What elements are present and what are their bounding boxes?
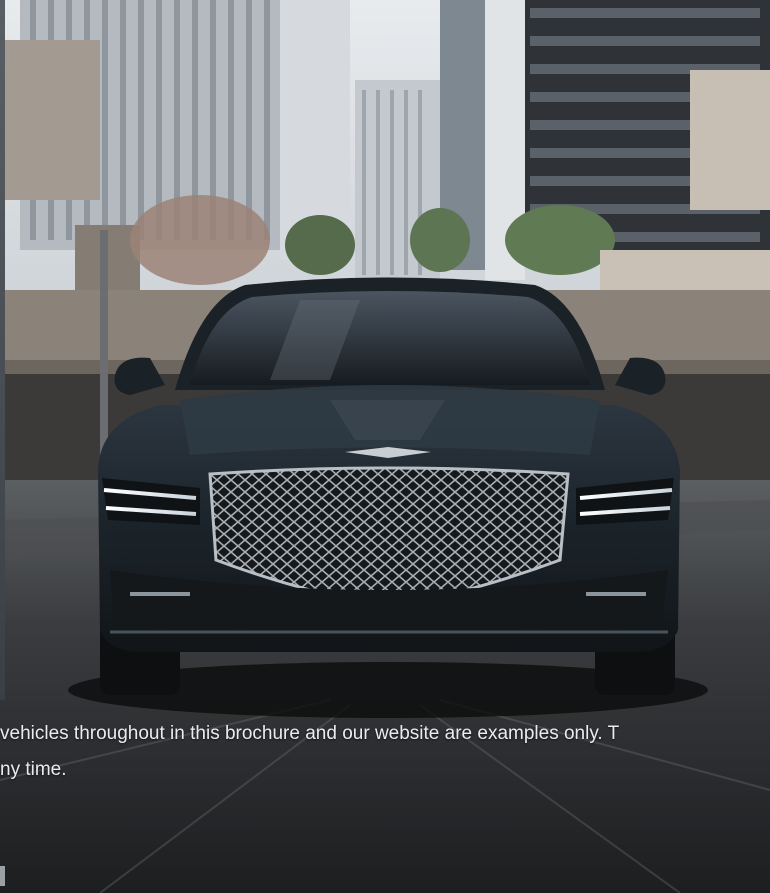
hero-section: vehicles throughout in this brochure and… [0, 0, 770, 893]
scroll-edge-marker [0, 866, 5, 886]
disclaimer-line-1: vehicles throughout in this brochure and… [0, 723, 620, 744]
disclaimer-text: vehicles throughout in this brochure and… [0, 716, 770, 786]
disclaimer-line-2: ny time. [0, 759, 67, 780]
left-edge-strip [0, 0, 5, 700]
